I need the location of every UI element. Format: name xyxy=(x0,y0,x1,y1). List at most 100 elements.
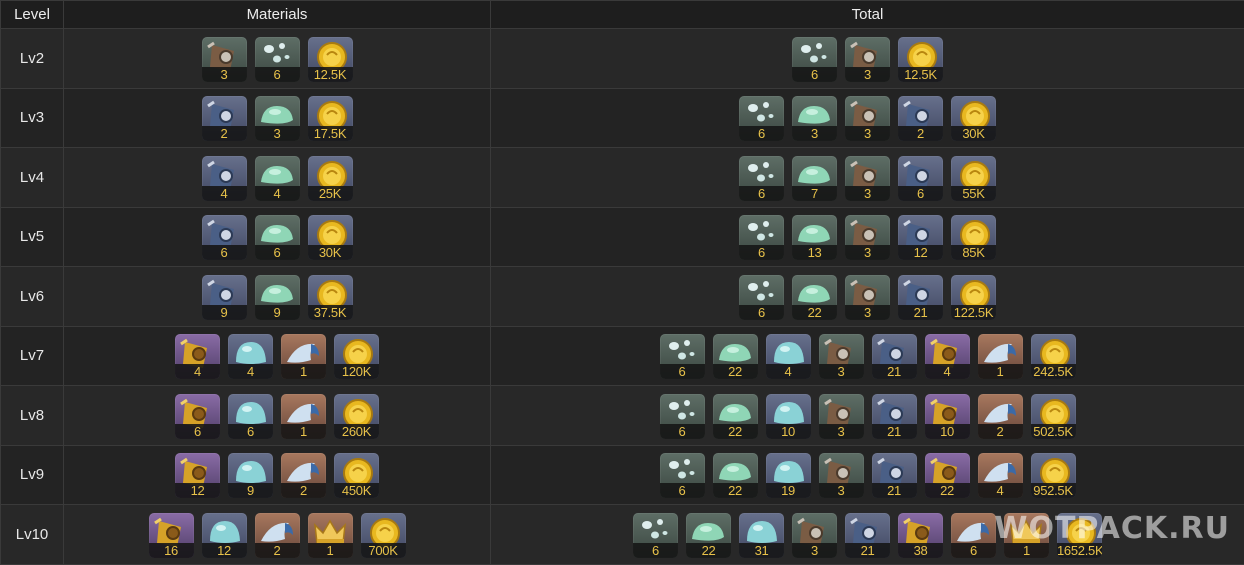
item-count: 3 xyxy=(845,126,890,141)
item-slot: 6 xyxy=(792,37,837,82)
item-slot: 2 xyxy=(281,453,326,498)
item-count: 6 xyxy=(660,364,705,379)
item-slot: 952.5K xyxy=(1031,453,1076,498)
item-count: 38 xyxy=(898,543,943,558)
item-slot: 12.5K xyxy=(898,37,943,82)
item-slot: 38 xyxy=(898,513,943,558)
total-cell: 622432141242.5K xyxy=(491,326,1244,386)
item-count: 3 xyxy=(845,186,890,201)
item-slot: 4 xyxy=(175,334,220,379)
item-count: 6 xyxy=(255,245,300,260)
item-count: 21 xyxy=(898,305,943,320)
item-count: 12.5K xyxy=(308,67,353,82)
item-count: 3 xyxy=(819,424,864,439)
item-count: 3 xyxy=(819,483,864,498)
item-slot: 4 xyxy=(255,156,300,201)
item-list: 661260K xyxy=(64,392,490,439)
item-count: 242.5K xyxy=(1031,364,1076,379)
item-slot: 120K xyxy=(334,334,379,379)
item-count: 6 xyxy=(792,67,837,82)
item-slot: 6 xyxy=(739,215,784,260)
item-slot: 6 xyxy=(739,96,784,141)
item-slot: 3 xyxy=(845,275,890,320)
item-count: 6 xyxy=(739,126,784,141)
item-slot: 6 xyxy=(633,513,678,558)
materials-cell: 661260K xyxy=(64,386,491,446)
item-slot: 7 xyxy=(792,156,837,201)
item-list: 622432141242.5K xyxy=(491,332,1244,379)
item-slot: 22 xyxy=(686,513,731,558)
item-list: 2317.5K xyxy=(64,94,490,141)
item-count: 4 xyxy=(925,364,970,379)
item-count: 1 xyxy=(281,364,326,379)
level-cell: Lv6 xyxy=(1,267,64,327)
level-cell: Lv10 xyxy=(1,505,64,565)
item-count: 4 xyxy=(978,483,1023,498)
item-slot: 1 xyxy=(308,513,353,558)
level-cell: Lv8 xyxy=(1,386,64,446)
materials-cell: 99 37.5K xyxy=(64,267,491,327)
item-count: 450K xyxy=(334,483,379,498)
item-slot: 1 xyxy=(978,334,1023,379)
item-slot: 22 xyxy=(925,453,970,498)
item-list: 61331285K xyxy=(491,213,1244,260)
item-count: 21 xyxy=(872,364,917,379)
item-count: 31 xyxy=(739,543,784,558)
item-count: 4 xyxy=(202,186,247,201)
item-count: 19 xyxy=(766,483,811,498)
total-cell: 61331285K xyxy=(491,207,1244,267)
item-slot: 3 xyxy=(819,394,864,439)
item-slot: 3 xyxy=(255,96,300,141)
item-slot: 9 xyxy=(228,453,273,498)
materials-cell: 6630K xyxy=(64,207,491,267)
item-slot: 17.5K xyxy=(308,96,353,141)
item-count: 4 xyxy=(255,186,300,201)
item-count: 1652.5K xyxy=(1057,543,1102,558)
item-slot: 22 xyxy=(713,334,758,379)
item-slot: 2 xyxy=(978,394,1023,439)
materials-table: Level Materials Total Lv23612.5K6312.5KL… xyxy=(0,0,1244,565)
item-count: 37.5K xyxy=(308,305,353,320)
item-count: 4 xyxy=(766,364,811,379)
header-total: Total xyxy=(491,1,1244,29)
total-cell: 6223132138611652.5K xyxy=(491,505,1244,565)
table-row: Lv44425K673655K xyxy=(1,148,1244,208)
item-count: 22 xyxy=(713,364,758,379)
item-count: 502.5K xyxy=(1031,424,1076,439)
item-count: 2 xyxy=(978,424,1023,439)
item-slot: 10 xyxy=(925,394,970,439)
item-count: 22 xyxy=(713,424,758,439)
item-count: 21 xyxy=(872,424,917,439)
level-cell: Lv9 xyxy=(1,445,64,505)
item-slot: 122.5K xyxy=(951,275,996,320)
item-slot: 25K xyxy=(308,156,353,201)
item-count: 3 xyxy=(255,126,300,141)
level-cell: Lv3 xyxy=(1,88,64,148)
item-count: 6 xyxy=(660,483,705,498)
item-count: 6 xyxy=(255,67,300,82)
item-count: 6 xyxy=(739,305,784,320)
item-count: 9 xyxy=(202,305,247,320)
level-cell: Lv7 xyxy=(1,326,64,386)
item-slot: 30K xyxy=(951,96,996,141)
item-slot: 9 xyxy=(255,275,300,320)
item-slot: 12 xyxy=(202,513,247,558)
item-slot: 21 xyxy=(898,275,943,320)
item-count: 3 xyxy=(792,126,837,141)
item-slot: 260K xyxy=(334,394,379,439)
item-count: 6 xyxy=(898,186,943,201)
item-list: 44 25K xyxy=(64,154,490,201)
item-count: 6 xyxy=(951,543,996,558)
item-count: 85K xyxy=(951,245,996,260)
item-count: 122.5K xyxy=(951,305,996,320)
total-cell: 62219321224952.5K xyxy=(491,445,1244,505)
item-slot: 19 xyxy=(766,453,811,498)
item-count: 10 xyxy=(925,424,970,439)
item-slot: 4 xyxy=(202,156,247,201)
item-slot: 3 xyxy=(792,96,837,141)
item-list: 3612.5K xyxy=(64,35,490,82)
item-count: 12 xyxy=(898,245,943,260)
item-slot: 12.5K xyxy=(308,37,353,82)
item-slot: 6 xyxy=(660,453,705,498)
item-slot: 3 xyxy=(819,453,864,498)
